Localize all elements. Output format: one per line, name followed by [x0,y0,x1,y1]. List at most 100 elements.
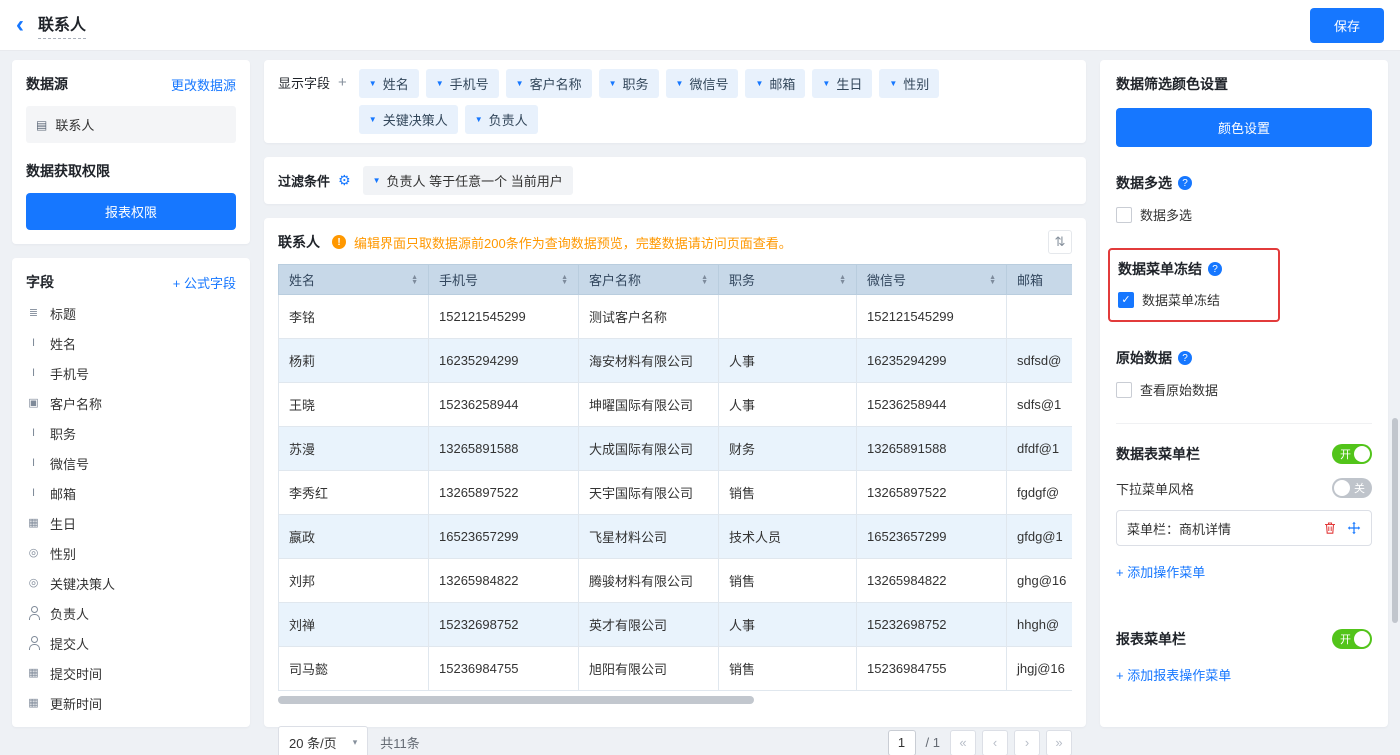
vertical-scrollbar[interactable] [1392,418,1398,623]
add-action-menu-link[interactable]: + 添加操作菜单 [1116,562,1205,581]
table-cell: 13265891588 [857,427,1007,471]
field-label: 职务 [50,424,76,443]
column-header-职务[interactable]: 职务▲▼ [719,265,857,295]
question-icon[interactable]: ? [1178,351,1192,365]
field-item-关键决策人[interactable]: ◎关键决策人 [26,568,236,598]
field-item-微信号[interactable]: I微信号 [26,448,236,478]
field-chip-生日[interactable]: ▼生日 [812,69,872,98]
column-header-邮箱[interactable]: 邮箱▲▼ [1007,265,1073,295]
field-chip-性别[interactable]: ▼性别 [879,69,939,98]
first-page-button[interactable]: « [950,730,976,755]
dropdown-style-toggle[interactable]: 关 [1332,478,1372,498]
scrollbar-thumb[interactable] [278,696,754,704]
table-cell: 16523657299 [429,515,579,559]
filter-condition-chip[interactable]: ▼ 负责人 等于任意一个 当前用户 [363,166,573,195]
field-item-邮箱[interactable]: I邮箱 [26,478,236,508]
field-chip-关键决策人[interactable]: ▼关键决策人 [359,105,458,134]
back-icon[interactable]: ‹ [16,13,24,37]
gear-icon[interactable]: ⚙ [338,172,351,189]
column-header-客户名称[interactable]: 客户名称▲▼ [579,265,719,295]
field-item-更新时间[interactable]: ▦更新时间 [26,688,236,718]
field-item-数据ID[interactable]: I数据ID [26,718,236,727]
field-item-负责人[interactable]: 负责人 [26,598,236,628]
column-header-姓名[interactable]: 姓名▲▼ [279,265,429,295]
trash-icon[interactable] [1323,521,1337,535]
table-menu-toggle[interactable]: 开 [1332,444,1372,464]
table-cell: 人事 [719,339,857,383]
column-header-手机号[interactable]: 手机号▲▼ [429,265,579,295]
sort-icon[interactable]: ▲▼ [561,275,568,285]
horizontal-scrollbar[interactable] [278,696,1072,704]
page-title[interactable]: 联系人 [38,11,86,39]
field-item-职务[interactable]: I职务 [26,418,236,448]
table-cell: jhgj@16 [1007,647,1073,691]
prev-page-button[interactable]: ‹ [982,730,1008,755]
field-chip-姓名[interactable]: ▼姓名 [359,69,419,98]
table-row: 嬴政16523657299飞星材料公司技术人员16523657299gfdg@1 [279,515,1073,559]
sort-toggle-button[interactable]: ⇅ [1048,230,1072,254]
chevron-down-icon: ▾ [353,737,358,748]
report-permission-button[interactable]: 报表权限 [26,193,236,230]
field-item-标题[interactable]: ≣标题 [26,298,236,328]
toggle-label: 关 [1354,480,1365,496]
save-button[interactable]: 保存 [1310,8,1384,43]
column-label: 邮箱 [1017,270,1043,289]
data-table-wrap: 姓名▲▼手机号▲▼客户名称▲▼职务▲▼微信号▲▼邮箱▲▼ 李铭152121545… [278,264,1072,691]
menu-freeze-checkbox[interactable]: ✓ 数据菜单冻结 [1118,290,1258,309]
field-item-生日[interactable]: ▦生日 [26,508,236,538]
add-display-field-button[interactable]: + [338,74,347,91]
field-item-提交时间[interactable]: ▦提交时间 [26,658,236,688]
column-header-微信号[interactable]: 微信号▲▼ [857,265,1007,295]
field-chip-手机号[interactable]: ▼ 手机号 [426,69,499,98]
sort-icon[interactable]: ▲▼ [411,275,418,285]
field-item-客户名称[interactable]: ▣客户名称 [26,388,236,418]
field-item-性别[interactable]: ◎性别 [26,538,236,568]
datasource-item[interactable]: ▤ 联系人 [26,106,236,143]
chevron-down-icon: ▼ [369,116,377,124]
table-panel: 联系人 ! 编辑界面只取数据源前200条作为查询数据预览，完整数据请访问页面查看… [264,218,1086,727]
color-settings-button[interactable]: 颜色设置 [1116,108,1372,147]
toggle-knob [1354,631,1370,647]
move-icon[interactable] [1347,521,1361,535]
question-icon[interactable]: ? [1178,176,1192,190]
field-chip-职务[interactable]: ▼职务 [599,69,659,98]
checkbox-checked-icon: ✓ [1118,292,1134,308]
page-size-select[interactable]: 20 条/页 ▾ [278,726,368,755]
field-chip-客户名称[interactable]: ▼客户名称 [506,69,592,98]
question-icon[interactable]: ? [1208,262,1222,276]
next-page-button[interactable]: › [1014,730,1040,755]
chevron-down-icon: ▼ [436,80,444,88]
radio-field-icon: ◎ [26,576,41,590]
sort-icon[interactable]: ▲▼ [989,275,996,285]
raw-data-checkbox[interactable]: 查看原始数据 [1116,380,1372,399]
chip-label: 手机号 [450,74,489,93]
multi-select-checkbox[interactable]: 数据多选 [1116,205,1372,224]
table-row: 刘禅15232698752英才有限公司人事15232698752hhgh@ [279,603,1073,647]
field-label: 邮箱 [50,484,76,503]
field-item-提交人[interactable]: 提交人 [26,628,236,658]
table-row: 苏漫13265891588大成国际有限公司财务13265891588dfdf@1 [279,427,1073,471]
add-formula-field-link[interactable]: + 公式字段 [173,273,236,292]
add-report-menu-link[interactable]: + 添加报表操作菜单 [1116,665,1231,684]
report-menu-title: 报表菜单栏 [1116,629,1186,649]
table-cell: 坤曜国际有限公司 [579,383,719,427]
table-cell: 李铭 [279,295,429,339]
menu-item[interactable]: 菜单栏：商机详情 [1116,510,1372,546]
field-chip-微信号[interactable]: ▼微信号 [666,69,739,98]
report-menu-toggle[interactable]: 开 [1332,629,1372,649]
sort-icon[interactable]: ▲▼ [701,275,708,285]
field-chip-邮箱[interactable]: ▼邮箱 [745,69,805,98]
current-page-input[interactable]: 1 [888,730,916,755]
field-item-手机号[interactable]: I手机号 [26,358,236,388]
table-row: 李铭152121545299测试客户名称152121545299 [279,295,1073,339]
last-page-button[interactable]: » [1046,730,1072,755]
table-cell: 技术人员 [719,515,857,559]
sort-icon[interactable]: ▲▼ [839,275,846,285]
display-fields-panel: 显示字段 + ▼姓名▼手机号▼客户名称▼职务▼微信号▼邮箱▼生日▼性别▼关键决策… [264,60,1086,143]
field-item-姓名[interactable]: I姓名 [26,328,236,358]
field-chip-负责人[interactable]: ▼负责人 [465,105,538,134]
change-datasource-link[interactable]: 更改数据源 [171,75,236,94]
fields-panel: 字段 + 公式字段 ≣标题I姓名I手机号▣客户名称I职务I微信号I邮箱▦生日◎性… [12,258,250,727]
field-label: 微信号 [50,454,89,473]
table-cell: 16523657299 [857,515,1007,559]
